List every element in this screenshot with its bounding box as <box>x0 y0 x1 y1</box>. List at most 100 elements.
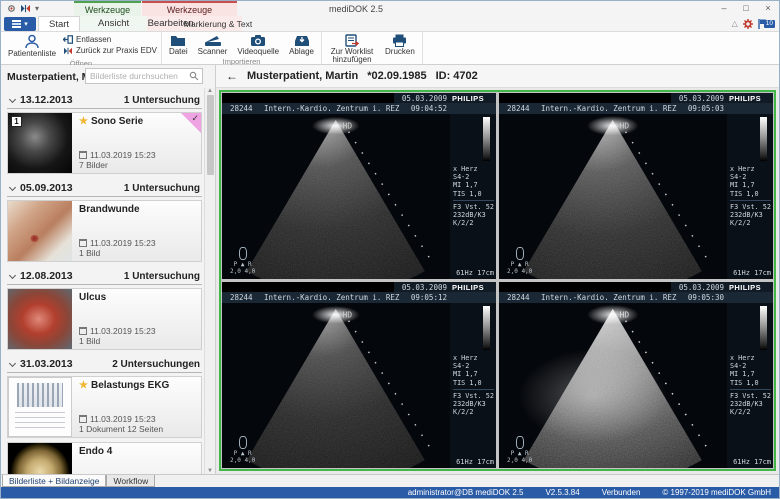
contextual-group-bearbeiten-label: Werkzeuge <box>142 1 237 16</box>
tab-bilderliste-bildanzeige[interactable]: Bilderliste + Bildanzeige <box>2 475 106 487</box>
exam-thumbnail: 1 <box>8 113 72 173</box>
scroll-down-icon[interactable]: ▼ <box>207 468 213 474</box>
flag-count-badge: 10 <box>764 20 775 28</box>
window-controls: – □ × <box>713 1 779 16</box>
view-mode-tabs: Bilderliste + Bildanzeige Workflow <box>1 474 779 487</box>
philips-logo: PHILIPS <box>452 283 496 292</box>
list-item-ulcus[interactable]: Ulcus 11.03.2019 15:23 1 Bild <box>7 288 202 350</box>
sidebar-scrollbar[interactable]: ▲ ▼ <box>204 88 215 474</box>
star-icon: ★ <box>79 116 88 127</box>
us-clinic-name: Intern.-Kardio. Zentrum i. REZ <box>530 104 688 113</box>
exam-title: Brandwunde <box>79 204 140 215</box>
probe-orientation-marker: P ▲ R2,0 4,0 <box>230 247 255 275</box>
us-time: 09:04:52 <box>411 104 452 113</box>
list-item-sono-serie[interactable]: 1 ★ Sono Serie 11.03.2019 15:23 7 Bilder… <box>7 112 202 174</box>
list-item-brandwunde[interactable]: Brandwunde 11.03.2019 15:23 1 Bild <box>7 200 202 262</box>
datei-button[interactable]: Datei <box>166 33 191 57</box>
calendar-icon <box>79 239 87 247</box>
zurueck-praxis-edv-button[interactable]: Zurück zur Praxis EDV <box>63 46 157 55</box>
image-display-area: ← Musterpatient, Martin *02.09.1985 ID: … <box>216 65 779 474</box>
sidebar-header: Musterpatient, Martin <box>1 65 215 88</box>
ribbon-group-extras: Zur Worklist hinzufügen Drucken Extras <box>322 32 423 64</box>
settings-gear-icon[interactable] <box>743 19 753 29</box>
us-frequency-depth: 61Hz 17cm <box>456 458 494 466</box>
scroll-up-icon[interactable]: ▲ <box>207 88 213 94</box>
search-icon[interactable] <box>189 71 199 81</box>
us-frequency-depth: 61Hz 17cm <box>733 458 771 466</box>
alert-triangle-icon[interactable]: △ <box>732 19 738 28</box>
selection-check-icon: ✓ <box>191 113 199 124</box>
star-icon: ★ <box>79 380 88 391</box>
probe-orientation-marker: P ▲ R2,0 4,0 <box>507 436 532 464</box>
app-menu-icon <box>12 20 21 28</box>
app-menu-caret-icon: ▾ <box>24 20 28 28</box>
worklist-flag[interactable]: 10 <box>758 19 775 29</box>
date-group-header[interactable]: 05.09.2013 1 Untersuchung <box>7 178 202 197</box>
videoquelle-button[interactable]: Videoquelle <box>234 33 282 57</box>
sidebar-patient-name: Musterpatient, Martin <box>7 71 89 83</box>
exam-title: Belastungs EKG <box>91 380 169 391</box>
ultrasound-tile-3[interactable]: 05.03.2009 PHILIPS 28244 Intern.-Kardio.… <box>222 282 496 468</box>
us-station-id: 28244 <box>499 104 530 113</box>
patientenliste-button[interactable]: Patientenliste <box>5 33 59 59</box>
exam-title: Sono Serie <box>91 116 143 127</box>
list-item-endo-4[interactable]: Endo 4 11.03.2019 15:23 4 Bilder <box>7 442 202 474</box>
collapse-chevron-icon <box>9 95 16 102</box>
us-clinic-name: Intern.-Kardio. Zentrum i. REZ <box>253 104 411 113</box>
medidok-logo-icon[interactable] <box>20 4 31 13</box>
exam-thumbnail <box>8 443 72 474</box>
status-user: administrator@DB mediDOK 2.5 <box>408 488 524 497</box>
minimize-button[interactable]: – <box>713 1 735 16</box>
inbox-archive-icon <box>294 34 310 47</box>
close-button[interactable]: × <box>757 1 779 16</box>
calendar-icon <box>79 151 87 159</box>
scanner-button[interactable]: Scanner <box>195 33 231 57</box>
drucken-button[interactable]: Drucken <box>382 33 418 57</box>
ultrasound-tile-2[interactable]: 05.03.2009 PHILIPS 28244 Intern.-Kardio.… <box>499 93 773 279</box>
probe-orientation-marker: P ▲ R2,0 4,0 <box>230 436 255 464</box>
ablage-button[interactable]: Ablage <box>286 33 317 57</box>
ribbon-group-oeffnen: Patientenliste Entlassen <box>1 32 162 64</box>
date-group-header[interactable]: 12.08.2013 1 Untersuchung <box>7 266 202 285</box>
status-copyright: © 1997-2019 mediDOK GmbH <box>662 488 771 497</box>
list-item-belastungs-ekg[interactable]: ★ Belastungs EKG 11.03.2019 15:23 1 Doku… <box>7 376 202 438</box>
ribbon: Patientenliste Entlassen <box>1 32 779 65</box>
tab-start[interactable]: Start <box>38 16 80 31</box>
exam-count: 1 Bild <box>79 248 197 259</box>
patient-birthdate: *02.09.1985 <box>367 70 426 82</box>
qat-dropdown-icon[interactable]: ▾ <box>35 5 39 13</box>
tray-icons: △ 10 <box>732 16 775 31</box>
app-gear-icon[interactable] <box>7 4 16 13</box>
date-group-header[interactable]: 31.03.2013 2 Untersuchungen <box>7 354 202 373</box>
person-icon <box>24 34 40 49</box>
app-menu-button[interactable]: ▾ <box>4 17 36 31</box>
search-input[interactable] <box>86 71 189 81</box>
back-arrow-icon[interactable]: ← <box>226 69 238 83</box>
ultrasound-tile-1[interactable]: 05.03.2009 PHILIPS 28244 Intern.-Kardio.… <box>222 93 496 279</box>
exam-title: Ulcus <box>79 292 106 303</box>
window-title: mediDOK 2.5 <box>301 1 411 16</box>
us-annotations: x HerzS4-2 MI 1,7TIS 1,0 F3 Vst. 52232dB… <box>730 354 771 416</box>
us-frequency-depth: 61Hz 17cm <box>456 269 494 277</box>
tab-ansicht[interactable]: Ansicht <box>80 16 147 31</box>
exam-thumbnail <box>8 377 72 437</box>
calendar-icon <box>79 415 87 423</box>
us-station-id: 28244 <box>499 293 530 302</box>
tab-markierung-text[interactable]: Markierung & Text <box>194 16 242 31</box>
maximize-button[interactable]: □ <box>735 1 757 16</box>
zur-worklist-button[interactable]: Zur Worklist hinzufügen <box>326 33 378 66</box>
camera-icon <box>250 34 266 47</box>
us-station-id: 28244 <box>222 293 253 302</box>
worklist-add-icon <box>345 34 359 47</box>
patient-header: ← Musterpatient, Martin *02.09.1985 ID: … <box>216 65 779 88</box>
ultrasound-tile-4[interactable]: 05.03.2009 PHILIPS 28244 Intern.-Kardio.… <box>499 282 773 468</box>
exam-title: Endo 4 <box>79 446 112 457</box>
philips-logo: PHILIPS <box>729 94 773 103</box>
scrollbar-thumb[interactable] <box>207 95 214 175</box>
tab-workflow[interactable]: Workflow <box>106 475 155 487</box>
hd-label: HD <box>620 122 630 131</box>
date-group-header[interactable]: 13.12.2013 1 Untersuchung <box>7 90 202 109</box>
contextual-group-ansicht-label: Werkzeuge <box>74 1 141 16</box>
ribbon-tab-row: ▾ Start Ansicht Bearbeiten Markierung & … <box>1 16 779 32</box>
entlassen-button[interactable]: Entlassen <box>63 35 157 44</box>
